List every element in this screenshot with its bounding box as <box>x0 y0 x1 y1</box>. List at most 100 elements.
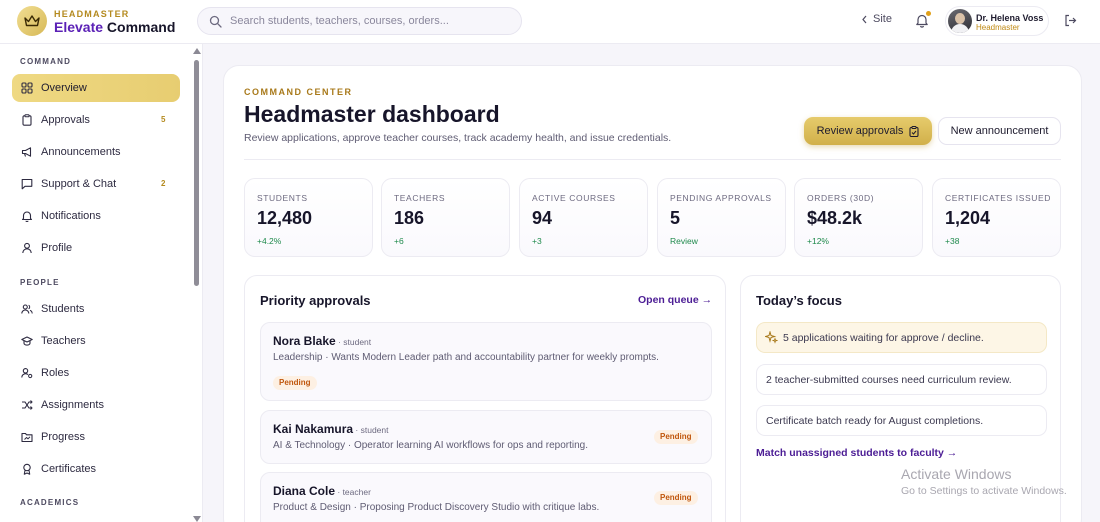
status-badge: Pending <box>654 491 698 505</box>
stat-card-certificates-issued[interactable]: CERTIFICATES ISSUED 1,204 +38 <box>932 178 1061 257</box>
shuffle-icon <box>22 400 33 410</box>
brand-eyebrow: HEADMASTER <box>54 9 130 19</box>
sidebar-item-assignments[interactable]: Assignments <box>12 391 180 419</box>
stat-delta: Review <box>670 236 698 246</box>
stat-label: ORDERS (30D) <box>807 193 875 203</box>
sidebar-item-teachers[interactable]: Teachers <box>12 327 180 355</box>
status-badge: Pending <box>273 376 317 390</box>
review-approvals-label: Review approvals <box>816 125 904 137</box>
approval-person: Diana Cole <box>273 484 336 498</box>
profile-chip[interactable]: Dr. Helena Voss Headmaster <box>945 6 1049 36</box>
match-students-link[interactable]: Match unassigned students to faculty → <box>756 447 957 459</box>
approval-name: Diana Cole · teacher <box>273 484 371 498</box>
section-label-academics: ACADEMICS <box>20 498 80 507</box>
search-box[interactable] <box>197 7 522 35</box>
sidebar-item-label: Announcements <box>41 146 121 158</box>
brand-name[interactable]: Elevate Command <box>54 19 175 35</box>
dashboard-panel: COMMAND CENTER Headmaster dashboard Revi… <box>223 65 1082 522</box>
stat-label: TEACHERS <box>394 193 446 203</box>
priority-approvals-title: Priority approvals <box>260 293 371 308</box>
scroll-thumb[interactable] <box>194 60 199 286</box>
stat-value: 12,480 <box>257 208 313 228</box>
stat-card-teachers[interactable]: TEACHERS 186 +6 <box>381 178 510 257</box>
section-label-command: COMMAND <box>20 57 72 66</box>
sidebar: COMMAND Overview Approvals 5 Announcemen… <box>0 44 203 522</box>
focus-text: 2 teacher-submitted courses need curricu… <box>766 374 1012 386</box>
new-announcement-button[interactable]: New announcement <box>938 117 1061 145</box>
approval-item[interactable]: Diana Cole · teacher Product & Design · … <box>260 472 712 522</box>
sidebar-item-students[interactable]: Students <box>12 295 180 323</box>
approval-person: Kai Nakamura <box>273 422 354 436</box>
graduation-cap-icon <box>21 336 33 346</box>
sidebar-item-notifications[interactable]: Notifications <box>12 202 180 230</box>
bell-icon <box>21 211 33 222</box>
user-icon <box>22 242 32 254</box>
users-icon <box>21 304 33 314</box>
header-divider <box>244 159 1061 160</box>
sidebar-item-label: Certificates <box>41 463 97 475</box>
sidebar-scrollbar[interactable] <box>193 48 201 522</box>
logout-icon[interactable] <box>1064 14 1077 27</box>
scroll-down-arrow-icon[interactable] <box>193 516 201 522</box>
sidebar-item-announcements[interactable]: Announcements <box>12 138 180 166</box>
priority-approvals-card: Priority approvals Open queue → Nora Bla… <box>244 275 726 522</box>
sidebar-item-profile[interactable]: Profile <box>12 234 180 262</box>
user-cog-icon <box>21 368 33 379</box>
scroll-up-arrow-icon[interactable] <box>193 48 201 54</box>
sidebar-item-overview[interactable]: Overview <box>12 74 180 102</box>
folder-chart-icon <box>21 432 33 443</box>
clipboard-icon <box>22 114 32 126</box>
sidebar-item-label: Approvals <box>41 114 90 126</box>
focus-item[interactable]: 5 applications waiting for approve / dec… <box>756 322 1047 353</box>
search-input[interactable] <box>230 12 515 30</box>
open-queue-link[interactable]: Open queue → <box>638 294 712 306</box>
stat-card-active-courses[interactable]: ACTIVE COURSES 94 +3 <box>519 178 648 257</box>
sparkle-icon <box>765 331 778 344</box>
crown-logo-icon[interactable] <box>17 6 47 36</box>
sidebar-item-support-chat[interactable]: Support & Chat 2 <box>12 170 180 198</box>
megaphone-icon <box>21 147 32 157</box>
focus-item[interactable]: Certificate batch ready for August compl… <box>756 405 1047 436</box>
grid-icon <box>21 82 33 94</box>
sidebar-item-label: Progress <box>41 431 86 443</box>
sidebar-item-label: Support & Chat <box>41 178 117 190</box>
avatar <box>948 9 972 33</box>
stat-card-pending-approvals[interactable]: PENDING APPROVALS 5 Review <box>657 178 786 257</box>
approval-item[interactable]: Nora Blake · student Leadership · Wants … <box>260 322 712 401</box>
sidebar-item-label: Teachers <box>41 335 86 347</box>
stat-value: 186 <box>394 208 425 228</box>
todays-focus-card: Today’s focus 5 applications waiting for… <box>740 275 1061 522</box>
approval-description: Leadership · Wants Modern Leader path an… <box>273 352 659 363</box>
sidebar-item-certificates[interactable]: Certificates <box>12 455 180 483</box>
stat-card-orders[interactable]: ORDERS (30D) $48.2k +12% <box>794 178 923 257</box>
chevron-left-icon <box>862 15 867 23</box>
review-approvals-button[interactable]: Review approvals <box>804 117 932 145</box>
approval-name: Nora Blake · student <box>273 334 371 348</box>
stat-card-students[interactable]: STUDENTS 12,480 +4.2% <box>244 178 373 257</box>
stat-delta: +3 <box>532 236 542 246</box>
approval-description: Product & Design · Proposing Product Dis… <box>273 502 600 513</box>
sidebar-item-label: Notifications <box>41 210 101 222</box>
user-role: Headmaster <box>976 23 1020 32</box>
approval-item[interactable]: Kai Nakamura · student AI & Technology ·… <box>260 410 712 464</box>
focus-item[interactable]: 2 teacher-submitted courses need curricu… <box>756 364 1047 395</box>
clipboard-check-icon <box>909 125 919 137</box>
sidebar-item-label: Overview <box>41 82 87 94</box>
count-badge: 2 <box>161 179 166 188</box>
stat-delta: +4.2% <box>257 236 282 246</box>
stat-value: 94 <box>532 208 553 228</box>
site-link[interactable]: Site <box>861 13 892 25</box>
count-badge: 5 <box>161 115 166 124</box>
sidebar-item-progress[interactable]: Progress <box>12 423 180 451</box>
sidebar-item-label: Profile <box>41 242 73 254</box>
sidebar-item-roles[interactable]: Roles <box>12 359 180 387</box>
notification-dot <box>926 11 931 16</box>
top-bar: HEADMASTER Elevate Command Site Dr. Hele… <box>0 0 1100 44</box>
site-link-label: Site <box>873 13 892 25</box>
sidebar-item-approvals[interactable]: Approvals 5 <box>12 106 180 134</box>
stat-delta: +6 <box>394 236 404 246</box>
status-badge: Pending <box>654 430 698 444</box>
stat-label: CERTIFICATES ISSUED <box>945 193 1052 203</box>
award-icon <box>23 463 31 475</box>
approval-name: Kai Nakamura · student <box>273 422 388 436</box>
